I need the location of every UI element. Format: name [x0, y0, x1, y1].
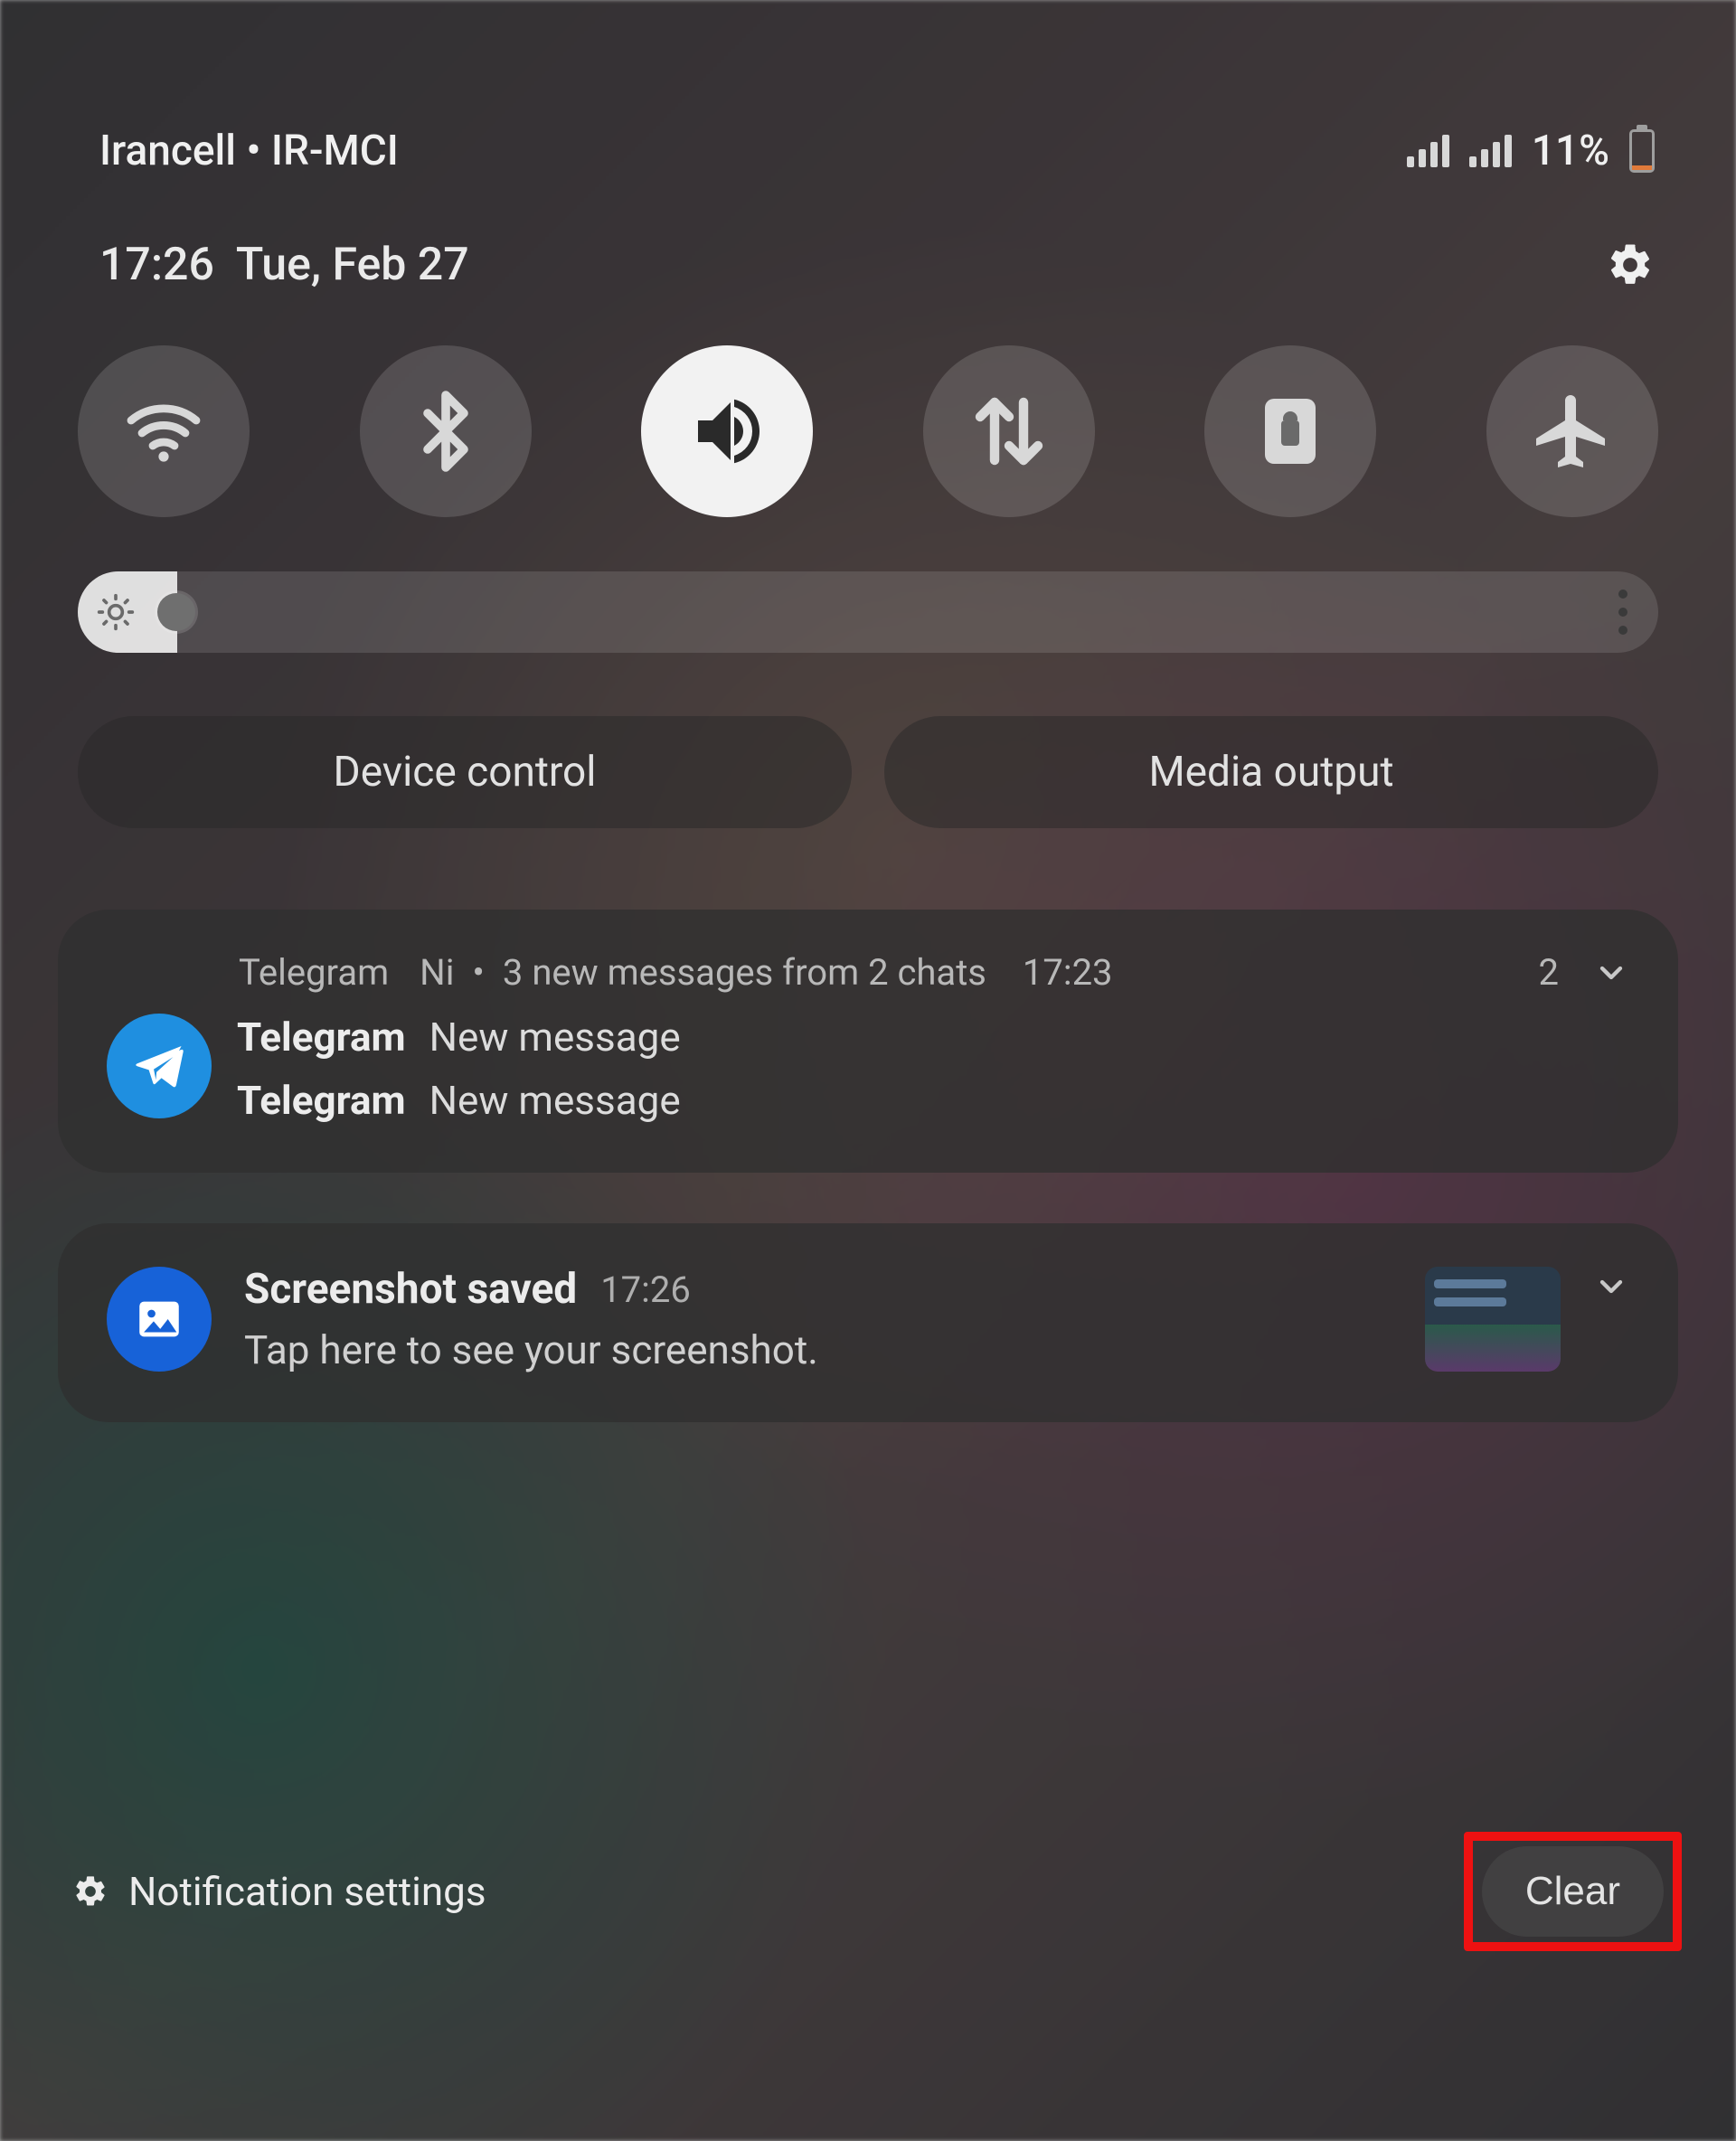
- status-bar: Irancell • IR-MCI 11%: [0, 0, 1736, 175]
- notification-settings-button[interactable]: Notification settings: [72, 1868, 486, 1915]
- footer-row: Notification settings Clear: [0, 1832, 1736, 1951]
- clock[interactable]: 17:26: [99, 239, 214, 291]
- brightness-icon: [96, 592, 136, 632]
- telegram-icon: [107, 1014, 212, 1118]
- notification-list: Telegram Ni • 3 new messages from 2 chat…: [0, 828, 1736, 1422]
- message-line: Telegram New message: [237, 1014, 681, 1061]
- settings-icon[interactable]: [1606, 241, 1655, 289]
- date[interactable]: Tue, Feb 27: [236, 239, 469, 291]
- signal-icon: [1407, 135, 1449, 167]
- notification-telegram[interactable]: Telegram Ni • 3 new messages from 2 chat…: [58, 910, 1678, 1173]
- qs-bluetooth[interactable]: [360, 345, 532, 517]
- app-name: Telegram: [239, 951, 389, 994]
- status-right: 11%: [1407, 127, 1655, 175]
- qs-wifi[interactable]: [78, 345, 250, 517]
- notification-screenshot[interactable]: Screenshot saved 17:26 Tap here to see y…: [58, 1223, 1678, 1422]
- carrier-label: Irancell • IR-MCI: [99, 127, 399, 175]
- message-line: Telegram New message: [237, 1077, 681, 1124]
- qs-mobile-data[interactable]: [923, 345, 1095, 517]
- notification-subtitle: Tap here to see your screenshot.: [244, 1326, 1418, 1373]
- qs-sound[interactable]: [641, 345, 813, 517]
- battery-percent: 11%: [1532, 127, 1609, 175]
- clear-highlight: Clear: [1464, 1832, 1682, 1951]
- chevron-down-icon[interactable]: [1593, 955, 1629, 991]
- gear-icon: [72, 1873, 108, 1910]
- time: 17:23: [1023, 951, 1113, 994]
- chevron-down-icon[interactable]: [1593, 1269, 1629, 1305]
- quick-settings-row: [0, 291, 1736, 517]
- app-sub: Ni: [420, 951, 454, 994]
- qs-airplane-mode[interactable]: [1486, 345, 1658, 517]
- brightness-thumb[interactable]: [157, 593, 195, 631]
- battery-icon: [1620, 129, 1655, 173]
- brightness-more-icon[interactable]: [1618, 589, 1628, 635]
- notification-header: Telegram Ni • 3 new messages from 2 chat…: [239, 951, 1629, 994]
- brightness-slider[interactable]: [78, 571, 1658, 653]
- device-control-button[interactable]: Device control: [78, 716, 852, 828]
- header-row: 17:26 Tue, Feb 27: [0, 175, 1736, 291]
- media-output-button[interactable]: Media output: [884, 716, 1658, 828]
- panel-buttons: Device control Media output: [0, 653, 1736, 828]
- summary: 3 new messages from 2 chats: [503, 951, 986, 994]
- notification-shade: Irancell • IR-MCI 11% 17:26 Tue, Feb 27: [0, 0, 1736, 2141]
- notification-title: Screenshot saved: [244, 1265, 577, 1314]
- count-badge: 2: [1539, 951, 1559, 994]
- gallery-icon: [107, 1267, 212, 1372]
- screenshot-thumbnail[interactable]: [1425, 1267, 1561, 1372]
- signal-icon: [1469, 135, 1512, 167]
- time: 17:26: [600, 1269, 691, 1311]
- qs-rotation-lock[interactable]: [1204, 345, 1376, 517]
- notification-settings-label: Notification settings: [128, 1868, 486, 1915]
- clear-button[interactable]: Clear: [1482, 1846, 1664, 1937]
